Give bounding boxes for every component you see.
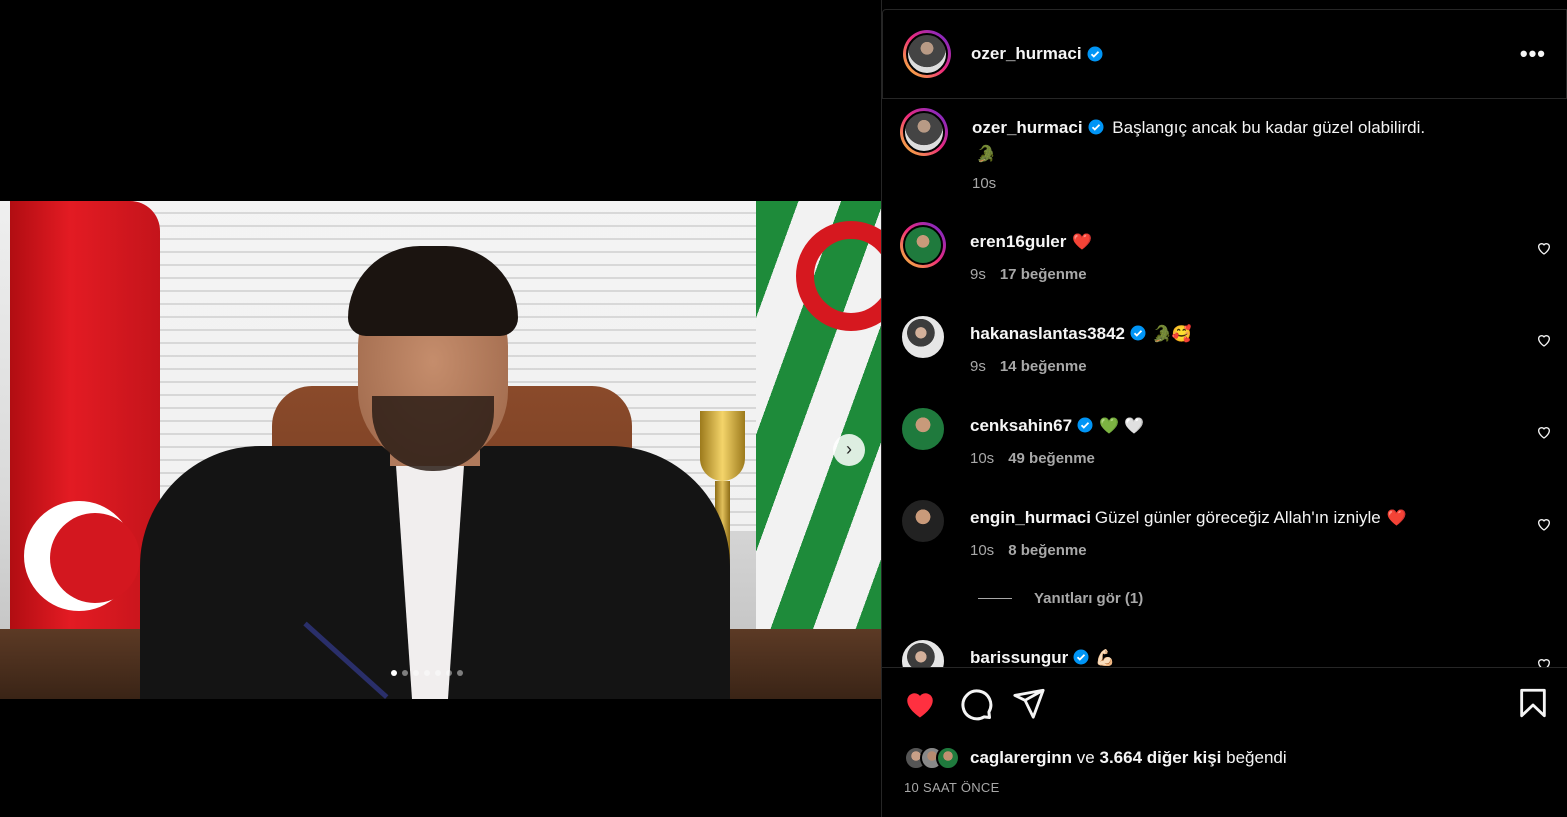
comment-item: barissungur 💪🏻 [900,638,1560,667]
caption-age: 10s [972,175,997,192]
bookmark-icon[interactable] [1516,686,1550,720]
post-media-area: › [0,0,881,817]
commenter-avatar[interactable] [900,498,946,544]
comment-likes[interactable]: 14 beğenme [1000,358,1087,375]
comment-emoji: 💚 🤍 [1099,416,1144,435]
post-side-panel: ozer_hurmaci ••• ozer_hurmaci Başlangıç … [881,0,1567,817]
heart-outline-icon[interactable] [1536,656,1552,667]
commenter-avatar[interactable] [900,638,946,667]
comment-item: eren16guler ❤️ 9s 17 beğenme [900,222,1560,283]
carousel-dot [424,670,430,676]
view-replies-button[interactable]: Yanıtları gör (1) [978,590,1143,607]
comment-username[interactable]: engin_hurmaci [970,508,1091,527]
comment-emoji: ❤️ [1072,232,1093,251]
author-avatar[interactable] [900,108,948,156]
author-avatar[interactable] [903,30,951,78]
commenter-avatar[interactable] [900,406,946,452]
carousel-dot [435,670,441,676]
liked-by[interactable]: caglarerginn ve 3.664 diğer kişi beğendi [904,746,1287,770]
commenter-avatar[interactable] [900,314,946,360]
comment-emoji: 💪🏻 [1095,648,1116,667]
view-replies-label: Yanıtları gör (1) [1034,590,1144,607]
heart-outline-icon[interactable] [1536,332,1552,348]
author-username[interactable]: ozer_hurmaci [971,44,1082,64]
liked-by-conjunction: ve [1076,748,1095,767]
comment-username[interactable]: cenksahin67 [970,416,1072,435]
comment-age: 9s [970,358,986,375]
verified-badge-icon [1073,649,1089,665]
carousel-dot [391,670,397,676]
post-photo[interactable] [0,201,881,699]
caption-username[interactable]: ozer_hurmaci [972,118,1083,137]
comment-icon[interactable] [958,686,994,722]
liked-by-suffix: beğendi [1226,748,1287,767]
replies-divider [978,598,1012,599]
comments-list: ozer_hurmaci Başlangıç ancak bu kadar gü… [882,100,1567,667]
carousel-dots [391,670,463,676]
liked-by-user[interactable]: caglarerginn [970,748,1072,768]
comment-username[interactable]: barissungur [970,648,1068,667]
post-actions: caglarerginn ve 3.664 diğer kişi beğendi… [882,667,1567,817]
carousel-dot [446,670,452,676]
comment-age: 10s [970,450,995,467]
more-horizontal-icon[interactable]: ••• [1520,41,1546,67]
liker-avatars [904,746,960,770]
commenter-avatar[interactable] [900,222,946,268]
post-timestamp[interactable]: 10 SAAT ÖNCE [904,780,1000,795]
verified-badge-icon [1077,417,1093,433]
comment-item: cenksahin67 💚 🤍 10s 49 beğenme [900,406,1560,467]
carousel-dot [457,670,463,676]
share-icon[interactable] [1012,686,1046,720]
comment-username[interactable]: eren16guler [970,232,1066,251]
chevron-right-icon[interactable]: › [833,434,865,466]
carousel-dot [413,670,419,676]
heart-outline-icon[interactable] [1536,516,1552,532]
caption-emoji: 🐊 [976,144,996,163]
carousel-dot [402,670,408,676]
liked-by-others[interactable]: 3.664 diğer kişi [1099,748,1221,768]
verified-badge-icon [1087,46,1103,62]
caption-text: Başlangıç ancak bu kadar güzel olabilird… [1112,118,1426,137]
comment-age: 10s [970,542,995,559]
comment-item: engin_hurmaci Güzel günler göreceğiz Alla… [900,498,1560,559]
heart-outline-icon[interactable] [1536,424,1552,440]
comment-likes[interactable]: 17 beğenme [1000,266,1087,283]
comment-text: Güzel günler göreceğiz Allah'ın izniyle [1094,508,1381,527]
heart-filled-icon[interactable] [902,686,938,722]
comment-likes[interactable]: 8 beğenme [1008,542,1086,559]
comment-likes[interactable]: 49 beğenme [1008,450,1095,467]
comment-item: hakanaslantas3842 🐊🥰 9s 14 beğenme [900,314,1560,375]
caption: ozer_hurmaci Başlangıç ancak bu kadar gü… [900,108,1560,192]
turkish-flag [10,201,160,699]
comment-age: 9s [970,266,986,283]
post-header: ozer_hurmaci ••• [882,9,1567,99]
heart-outline-icon[interactable] [1536,240,1552,256]
comment-emoji: ❤️ [1386,508,1407,527]
comment-username[interactable]: hakanaslantas3842 [970,324,1125,343]
verified-badge-icon [1130,325,1146,341]
person [140,246,730,699]
comment-emoji: 🐊🥰 [1152,324,1192,343]
verified-badge-icon [1088,119,1104,135]
